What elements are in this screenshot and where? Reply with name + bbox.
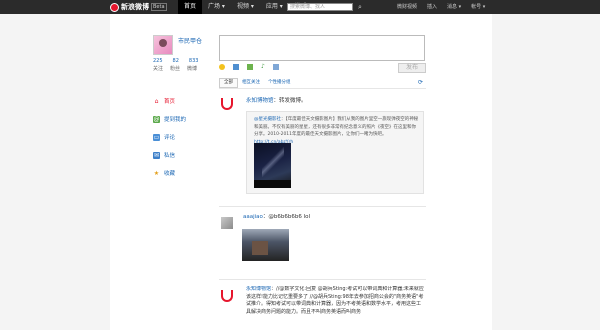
post-composer-textarea[interactable] <box>219 35 425 61</box>
sidebar-item-messages[interactable]: ✉ 私信 <box>153 151 186 159</box>
tab-mutual[interactable]: 相互关注 <box>238 79 264 87</box>
feed-item-text: aaajiao：@b6b6b6b6 lol <box>243 214 311 220</box>
author-avatar[interactable] <box>221 98 233 110</box>
refresh-icon[interactable]: ⟳ <box>418 79 423 86</box>
link-insert[interactable]: 插入 <box>422 0 442 14</box>
post-body: //@数字文化:回复 @胡兵Sting:考试可以带词典和计算器;未来就应该这样!… <box>246 286 424 315</box>
composer-toolbar: ♪ <box>219 63 279 71</box>
sidebar-item-label: 评论 <box>164 135 176 141</box>
post-photo[interactable] <box>242 229 289 261</box>
feed-divider <box>219 88 426 89</box>
tab-groups[interactable]: 个性播分组 <box>264 79 295 87</box>
link-account[interactable]: 帐号 ▾ <box>466 0 490 14</box>
quoted-author[interactable]: @星光摄影社 <box>254 117 281 122</box>
page-left-margin <box>0 14 110 330</box>
author-name[interactable]: 永知博物馆 <box>246 286 271 292</box>
author-name[interactable]: 永知博物馆 <box>246 98 274 104</box>
avatar[interactable] <box>153 35 173 55</box>
author-name[interactable]: aaajiao <box>243 214 263 220</box>
sidebar-item-label: 首页 <box>164 99 176 105</box>
following-label: 关注 <box>153 66 164 72</box>
account-links: 微财视频 插入 消息 ▾ 帐号 ▾ <box>392 0 490 14</box>
followers-label: 粉丝 <box>170 66 181 72</box>
page-right-margin <box>492 14 600 330</box>
link-messages[interactable]: 消息 ▾ <box>442 0 466 14</box>
quoted-post-text: @星光摄影社：【年度最佳天文摄影图片】我们从我的图片里空一旅现弹夜空的神秘和美丽… <box>254 117 419 145</box>
beta-badge: Beta <box>151 3 167 11</box>
tab-all[interactable]: 全部 <box>219 78 238 88</box>
profile-stats: 225 82 833 <box>153 58 198 64</box>
link-video-finance[interactable]: 微财视频 <box>392 0 422 14</box>
post-button[interactable]: 发布 <box>398 63 426 73</box>
sidebar-item-label: 收藏 <box>164 171 176 177</box>
weibo-eye-icon <box>110 2 119 12</box>
emoji-icon[interactable] <box>219 64 225 70</box>
logo[interactable]: 新浪微博 Beta <box>110 1 167 13</box>
feed-item-text: 永知博物馆：转发微博。 <box>246 98 307 104</box>
author-avatar[interactable] <box>221 217 233 229</box>
feed-divider <box>219 279 426 280</box>
star-icon: ★ <box>153 169 160 177</box>
sidebar-item-label: 私信 <box>164 153 176 159</box>
at-icon: @ <box>153 115 160 123</box>
sidebar-menu: ⌂ 首页 @ 提到我的 ▭ 评论 ✉ 私信 ★ 收藏 <box>153 97 186 187</box>
video-icon[interactable] <box>247 64 253 70</box>
feed-tabs: 全部 相互关注 个性播分组 <box>219 78 295 88</box>
nav-square[interactable]: 广场 ▾ <box>202 0 231 14</box>
message-icon: ✉ <box>153 151 160 159</box>
search-input[interactable]: 搜索微博、找人 <box>287 3 353 11</box>
post-body: @b6b6b6b6 lol <box>268 214 311 220</box>
night-sky-photo[interactable] <box>254 143 291 188</box>
post-body: 转发微博。 <box>279 98 307 104</box>
nav-home[interactable]: 首页 <box>178 0 203 14</box>
feed-divider <box>219 206 426 207</box>
sidebar-item-comments[interactable]: ▭ 评论 <box>153 133 186 141</box>
profile-stat-labels: 关注 粉丝 微博 <box>153 65 197 72</box>
following-count[interactable]: 225 <box>153 58 163 64</box>
image-icon[interactable] <box>233 64 239 70</box>
search-icon[interactable]: ⌕ <box>356 3 364 11</box>
posts-label: 微博 <box>187 66 198 72</box>
nav-video[interactable]: 视频 ▾ <box>231 0 260 14</box>
sidebar-item-label: 提到我的 <box>164 117 187 123</box>
sidebar-item-favorites[interactable]: ★ 收藏 <box>153 169 186 178</box>
quoted-post: @星光摄影社：【年度最佳天文摄影图片】我们从我的图片里空一旅现弹夜空的神秘和美丽… <box>246 111 424 194</box>
username[interactable]: 市民甲仓 <box>178 36 202 45</box>
author-avatar[interactable] <box>221 290 233 302</box>
posts-count[interactable]: 833 <box>189 58 199 64</box>
logo-text: 新浪微博 <box>121 3 149 11</box>
feed-item-text: 永知博物馆：//@数字文化:回复 @胡兵Sting:考试可以带词典和计算器;未来… <box>246 286 424 315</box>
topic-icon[interactable] <box>272 64 279 70</box>
sidebar-item-home[interactable]: ⌂ 首页 <box>153 97 186 106</box>
comment-icon: ▭ <box>153 133 160 141</box>
home-icon: ⌂ <box>154 97 159 105</box>
music-icon[interactable]: ♪ <box>261 63 265 71</box>
sidebar-item-mentions[interactable]: @ 提到我的 <box>153 115 186 123</box>
nav-apps[interactable]: 应用 ▾ <box>260 0 289 14</box>
followers-count[interactable]: 82 <box>173 58 179 64</box>
